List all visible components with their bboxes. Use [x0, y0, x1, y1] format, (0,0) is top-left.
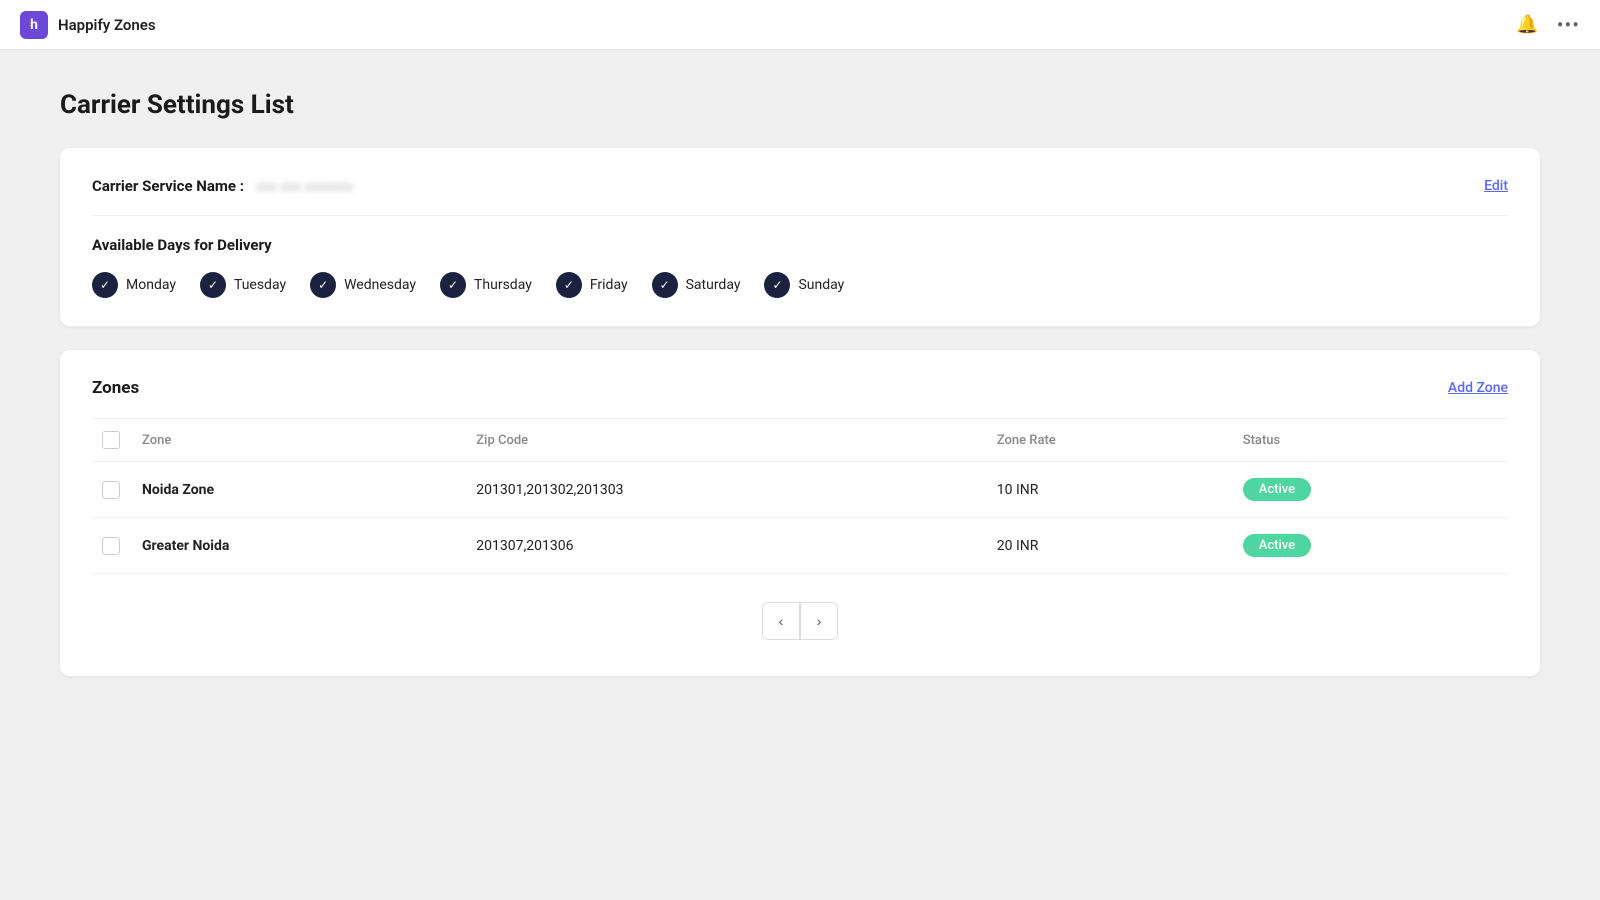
day-label-monday: Monday: [126, 277, 176, 293]
carrier-service-row: Carrier Service Name : xxx xxx xxxxxxx E…: [92, 176, 1508, 216]
header-zonerate: Zone Rate: [987, 419, 1233, 462]
carrier-service-label: Carrier Service Name :: [92, 177, 244, 195]
day-label-sunday: Sunday: [798, 277, 844, 293]
row-status: Active: [1233, 462, 1508, 518]
row-status: Active: [1233, 518, 1508, 574]
zones-header: Zones Add Zone: [92, 378, 1508, 398]
more-icon[interactable]: •••: [1557, 13, 1580, 37]
row-checkbox-cell: [92, 462, 132, 518]
day-item-thursday[interactable]: ✓ Thursday: [440, 272, 532, 298]
zones-card: Zones Add Zone Zone Zip Code Zone Rate S…: [60, 350, 1540, 676]
page-title: Carrier Settings List: [60, 90, 1540, 120]
row-zip-code: 201301,201302,201303: [466, 462, 986, 518]
table-row: Noida Zone 201301,201302,201303 10 INR A…: [92, 462, 1508, 518]
topnav-right: 🔔 •••: [1516, 13, 1580, 37]
carrier-service-value: xxx xxx xxxxxxx: [256, 179, 353, 195]
row-zone-name: Noida Zone: [132, 462, 466, 518]
day-check-saturday: ✓: [652, 272, 678, 298]
status-badge: Active: [1243, 534, 1311, 557]
day-label-tuesday: Tuesday: [234, 277, 286, 293]
next-page-button[interactable]: ›: [800, 602, 838, 640]
day-label-wednesday: Wednesday: [344, 277, 416, 293]
status-badge: Active: [1243, 478, 1311, 501]
zones-table: Zone Zip Code Zone Rate Status Noida Zon…: [92, 418, 1508, 574]
day-label-friday: Friday: [590, 277, 628, 293]
row-zone-name: Greater Noida: [132, 518, 466, 574]
main-content: Carrier Settings List Carrier Service Na…: [0, 50, 1600, 716]
day-item-saturday[interactable]: ✓ Saturday: [652, 272, 741, 298]
zones-title: Zones: [92, 378, 139, 398]
day-item-monday[interactable]: ✓ Monday: [92, 272, 176, 298]
day-label-thursday: Thursday: [474, 277, 532, 293]
row-checkbox-cell: [92, 518, 132, 574]
row-zone-rate: 10 INR: [987, 462, 1233, 518]
delivery-days-title: Available Days for Delivery: [92, 236, 1508, 254]
header-zipcode: Zip Code: [466, 419, 986, 462]
table-row: Greater Noida 201307,201306 20 INR Activ…: [92, 518, 1508, 574]
day-check-monday: ✓: [92, 272, 118, 298]
delivery-days-section: Available Days for Delivery ✓ Monday ✓ T…: [92, 236, 1508, 298]
select-all-checkbox[interactable]: [102, 431, 120, 449]
row-checkbox-0[interactable]: [102, 481, 120, 499]
row-zip-code: 201307,201306: [466, 518, 986, 574]
add-zone-button[interactable]: Add Zone: [1448, 380, 1508, 396]
edit-button[interactable]: Edit: [1484, 178, 1508, 194]
header-zone: Zone: [132, 419, 466, 462]
day-label-saturday: Saturday: [686, 277, 741, 293]
app-title: Happify Zones: [58, 16, 156, 34]
topnav-left: h Happify Zones: [20, 11, 156, 39]
zones-table-header-row: Zone Zip Code Zone Rate Status: [92, 419, 1508, 462]
zones-table-body: Noida Zone 201301,201302,201303 10 INR A…: [92, 462, 1508, 574]
zones-table-head: Zone Zip Code Zone Rate Status: [92, 419, 1508, 462]
carrier-service-name-group: Carrier Service Name : xxx xxx xxxxxxx: [92, 176, 353, 195]
day-check-tuesday: ✓: [200, 272, 226, 298]
bell-icon[interactable]: 🔔: [1516, 14, 1538, 35]
app-icon: h: [20, 11, 48, 39]
day-item-sunday[interactable]: ✓ Sunday: [764, 272, 844, 298]
header-checkbox-cell: [92, 419, 132, 462]
row-zone-rate: 20 INR: [987, 518, 1233, 574]
topnav: h Happify Zones 🔔 •••: [0, 0, 1600, 50]
day-item-tuesday[interactable]: ✓ Tuesday: [200, 272, 286, 298]
day-item-friday[interactable]: ✓ Friday: [556, 272, 628, 298]
pagination: ‹ ›: [92, 602, 1508, 640]
prev-page-button[interactable]: ‹: [762, 602, 800, 640]
days-row: ✓ Monday ✓ Tuesday ✓ Wednesday ✓ Thursda…: [92, 272, 1508, 298]
header-status: Status: [1233, 419, 1508, 462]
day-check-sunday: ✓: [764, 272, 790, 298]
day-check-thursday: ✓: [440, 272, 466, 298]
day-check-friday: ✓: [556, 272, 582, 298]
day-item-wednesday[interactable]: ✓ Wednesday: [310, 272, 416, 298]
day-check-wednesday: ✓: [310, 272, 336, 298]
row-checkbox-1[interactable]: [102, 537, 120, 555]
carrier-settings-card: Carrier Service Name : xxx xxx xxxxxxx E…: [60, 148, 1540, 326]
